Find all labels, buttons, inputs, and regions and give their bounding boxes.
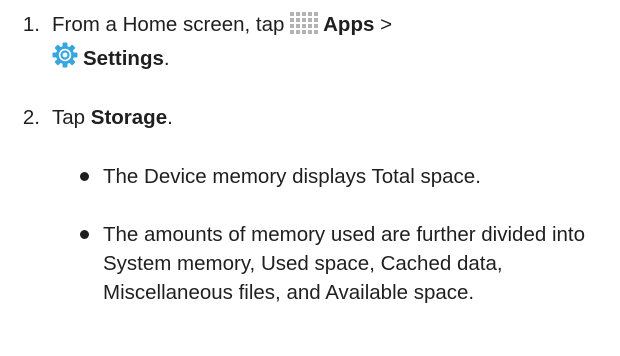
bullet-text: The Device memory displays Total space. (103, 165, 481, 188)
settings-label: Settings (83, 47, 164, 70)
step-text: Tap Storage. (52, 103, 600, 132)
step-suffix: . (167, 106, 173, 129)
step-text: From a Home screen, tap Apps > Settings. (52, 10, 600, 76)
bullet-dot (80, 230, 89, 239)
step-number: 2. (22, 106, 40, 129)
menu-separator: > (380, 13, 393, 36)
bullet-dot (80, 172, 89, 181)
step-suffix: . (163, 47, 170, 70)
step-prefix: Tap (52, 106, 86, 129)
instructions-document: 1. From a Home screen, tap Apps > Settin… (0, 0, 620, 356)
settings-gear-icon (52, 42, 78, 76)
bullet-text: The amounts of memory used are further d… (103, 223, 585, 304)
step-prefix: From a Home screen, tap (52, 13, 285, 36)
step-number: 1. (22, 13, 40, 36)
apps-grid-icon (290, 12, 319, 42)
storage-label: Storage (90, 106, 168, 129)
apps-label: Apps (323, 13, 375, 36)
